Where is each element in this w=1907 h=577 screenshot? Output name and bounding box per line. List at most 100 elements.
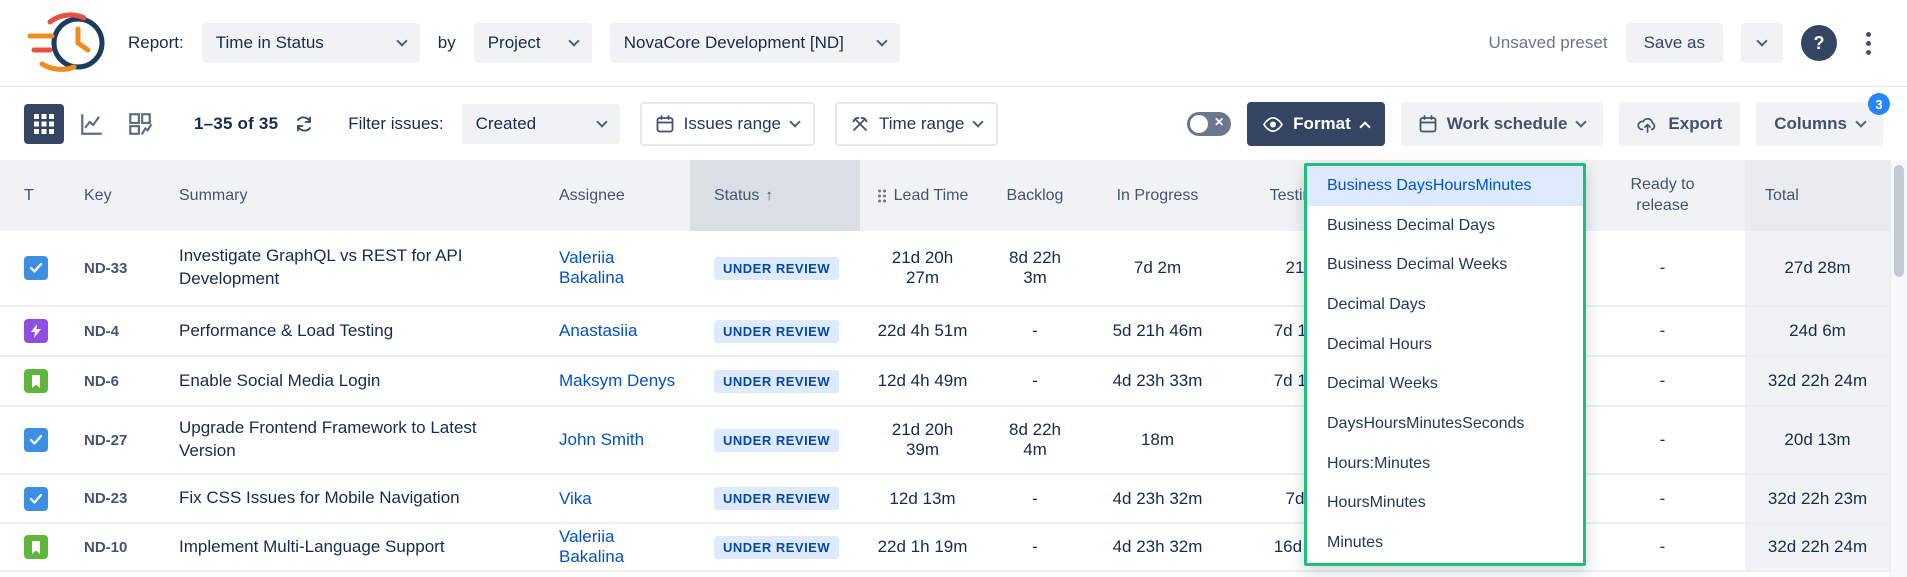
refresh-button[interactable] [294,114,314,134]
format-menu-item[interactable]: Minutes [1307,523,1583,563]
column-header-ready-to-release[interactable]: Ready to release [1580,160,1745,231]
chart-icon [79,111,105,137]
table-view-button[interactable] [24,104,64,144]
chevron-down-icon [596,116,607,127]
scrollbar-thumb[interactable] [1894,165,1904,277]
total-cell: 27d 28m [1745,231,1890,306]
table-row[interactable]: ND-27 Upgrade Frontend Framework to Late… [0,406,1890,474]
export-icon [1637,116,1658,133]
chevron-up-icon [1359,121,1370,132]
format-button[interactable]: Format [1247,102,1385,146]
report-type-select[interactable]: Time in Status [202,23,420,63]
in-progress-cell: 4d 23h 33m [1085,356,1230,406]
toggle-switch[interactable]: ✕ [1187,112,1231,136]
columns-button[interactable]: Columns [1756,102,1883,146]
column-header-type[interactable]: T [0,160,60,231]
issue-key: ND-33 [60,231,165,306]
table-row[interactable]: ND-23 Fix CSS Issues for Mobile Navigati… [0,474,1890,523]
column-header-summary[interactable]: Summary [165,160,545,231]
project-select[interactable]: NovaCore Development [ND] [610,23,900,63]
app-logo-icon [26,12,110,74]
app-root: Report: Time in Status by Project NovaCo… [0,0,1907,577]
chevron-down-icon [876,35,887,46]
table-row[interactable]: ND-10 Implement Multi-Language Support V… [0,523,1890,571]
format-menu-item[interactable]: Business DaysHoursMinutes [1307,166,1583,206]
chart-view-button[interactable] [72,104,112,144]
epic-icon [24,319,48,343]
assignee-link[interactable]: Valeriia Bakalina [559,527,624,566]
format-menu-item[interactable]: Decimal Weeks [1307,365,1583,405]
issue-key: ND-4 [60,306,165,356]
backlog-cell: - [985,306,1085,356]
lead-time-cell: 12d 4h 49m [860,356,985,406]
export-label: Export [1668,114,1722,134]
column-header-total[interactable]: Total [1745,160,1890,231]
grid-chart-icon [127,111,153,137]
save-as-button[interactable]: Save as [1626,23,1723,63]
lead-time-cell: 12d 13m [860,474,985,523]
format-menu-item[interactable]: Decimal Hours [1307,325,1583,365]
vertical-scrollbar[interactable] [1890,160,1907,577]
format-menu-item[interactable]: Hours:Minutes [1307,444,1583,484]
issues-table: T Key Summary Assignee Status ↑ [0,160,1890,572]
assignee-link[interactable]: John Smith [559,430,644,449]
issue-summary: Implement Multi-Language Support [165,523,545,571]
drag-handle-icon [877,188,887,204]
column-header-key[interactable]: Key [60,160,165,231]
result-count: 1–35 of 35 [194,114,278,134]
columns-label: Columns [1774,114,1847,134]
work-schedule-button[interactable]: Work schedule [1401,102,1604,146]
ready-to-release-cell: - [1580,356,1745,406]
column-header-lead-time[interactable]: Lead Time [860,160,985,231]
time-range-button[interactable]: Time range [835,102,998,146]
format-menu-item[interactable]: DaysHoursMinutesSeconds [1307,404,1583,444]
table-row[interactable]: ND-33 Investigate GraphQL vs REST for AP… [0,231,1890,306]
table-row[interactable]: ND-4 Performance & Load Testing Anastasi… [0,306,1890,356]
format-menu-item[interactable]: Decimal Days [1307,285,1583,325]
filter-select[interactable]: Created [462,104,620,144]
pivot-view-button[interactable] [120,104,160,144]
column-header-backlog[interactable]: Backlog [985,160,1085,231]
assignee-link[interactable]: Vika [559,489,592,508]
backlog-cell: - [985,356,1085,406]
format-menu-item[interactable]: Business Decimal Weeks [1307,245,1583,285]
issue-key: ND-27 [60,406,165,474]
issues-range-button[interactable]: Issues range [640,102,815,146]
column-header-status[interactable]: Status ↑ [690,160,860,231]
help-button[interactable]: ? [1801,25,1837,61]
assignee-link[interactable]: Anastasiia [559,321,637,340]
lead-time-cell: 21d 20h 27m [860,231,985,306]
backlog-cell: 8d 22h 4m [985,406,1085,474]
in-progress-cell: 4d 23h 32m [1085,523,1230,571]
save-as-dropdown-button[interactable] [1741,23,1783,63]
in-progress-cell: 7d 2m [1085,231,1230,306]
format-menu-item[interactable]: Business Decimal Days [1307,206,1583,246]
assignee-link[interactable]: Valeriia Bakalina [559,248,624,287]
ready-to-release-cell: - [1580,523,1745,571]
preset-status: Unsaved preset [1488,33,1607,53]
task-icon [24,428,48,452]
more-menu-button[interactable] [1855,24,1881,62]
table-row[interactable]: ND-6 Enable Social Media Login Maksym De… [0,356,1890,406]
toolbar: 1–35 of 35 Filter issues: Created Issues… [0,88,1907,160]
filter-issues-label: Filter issues: [348,114,443,134]
format-menu-item[interactable]: HoursMinutes [1307,484,1583,524]
total-cell: 32d 22h 24m [1745,356,1890,406]
issue-summary: Upgrade Frontend Framework to Latest Ver… [165,406,545,474]
export-button[interactable]: Export [1619,102,1740,146]
top-bar: Report: Time in Status by Project NovaCo… [0,0,1907,87]
backlog-cell: - [985,523,1085,571]
ready-to-release-header-label: Ready to release [1622,175,1704,217]
column-header-assignee[interactable]: Assignee [545,160,690,231]
issue-key: ND-23 [60,474,165,523]
chevron-down-icon [1855,116,1866,127]
chevron-down-icon [1576,116,1587,127]
report-type-value: Time in Status [216,33,324,53]
issue-summary: Enable Social Media Login [165,356,545,406]
column-header-in-progress[interactable]: In Progress [1085,160,1230,231]
chevron-down-icon [396,35,407,46]
story-icon [24,535,48,559]
total-cell: 32d 22h 24m [1745,523,1890,571]
assignee-link[interactable]: Maksym Denys [559,371,675,390]
group-by-select[interactable]: Project [474,23,592,63]
